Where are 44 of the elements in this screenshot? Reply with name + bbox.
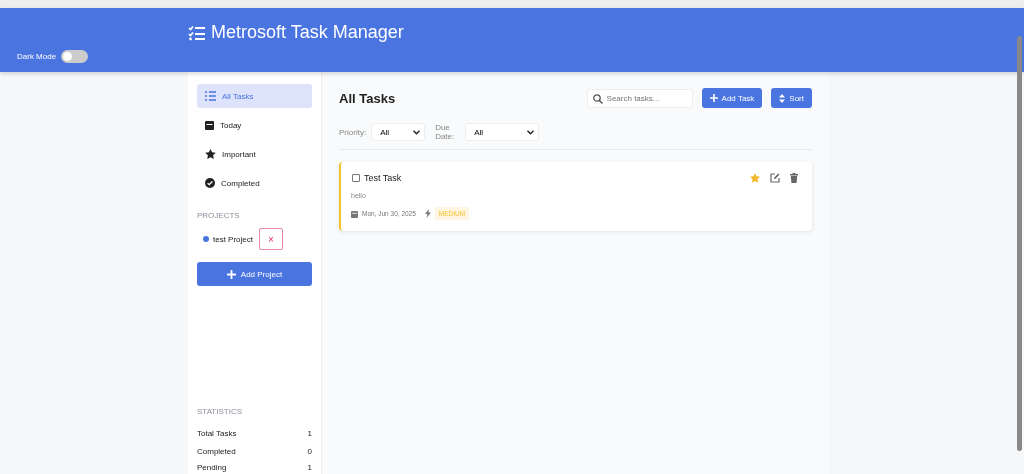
add-project-button[interactable]: Add Project bbox=[197, 262, 312, 286]
chevron-down-icon bbox=[413, 129, 421, 135]
plus-icon bbox=[226, 269, 236, 279]
checklist-icon bbox=[188, 24, 206, 41]
statistic-label: Total Tasks bbox=[197, 428, 237, 438]
task-title: Test Task bbox=[364, 173, 403, 183]
plus-icon bbox=[709, 94, 718, 102]
edit-icon[interactable] bbox=[770, 173, 780, 183]
trash-icon[interactable] bbox=[790, 173, 798, 183]
sidebar-item[interactable]: Completed bbox=[197, 171, 312, 195]
calendar-icon bbox=[205, 120, 214, 130]
statistic-value: 1 bbox=[307, 462, 312, 472]
project-name[interactable]: test Project bbox=[213, 234, 253, 244]
sidebar-item[interactable]: Today bbox=[197, 113, 312, 137]
page-title: All Tasks bbox=[339, 90, 397, 106]
statistics-heading: STATISTICS bbox=[197, 407, 244, 416]
list-icon bbox=[205, 91, 216, 101]
statistic-value: 1 bbox=[307, 428, 312, 438]
star-icon[interactable] bbox=[750, 173, 760, 183]
app-title: Metrosoft Task Manager bbox=[211, 22, 404, 43]
sort-icon bbox=[779, 93, 786, 103]
chevron-down-icon bbox=[527, 129, 535, 135]
task-checkbox[interactable] bbox=[352, 174, 360, 182]
dark-mode-toggle[interactable] bbox=[61, 50, 89, 63]
dark-mode-label: Dark Mode bbox=[17, 52, 57, 61]
star-icon bbox=[205, 149, 216, 159]
statistic-label: Pending bbox=[197, 462, 227, 472]
filter-dropdown[interactable]: All bbox=[465, 123, 540, 141]
search-field[interactable]: Search tasks... bbox=[586, 88, 693, 108]
lightning-icon bbox=[424, 209, 431, 218]
sidebar-item[interactable]: All Tasks bbox=[197, 84, 312, 108]
filter-label: Priority: bbox=[339, 127, 367, 137]
statistic-value: 0 bbox=[307, 446, 312, 456]
filter-label: Due Date: bbox=[435, 123, 456, 141]
sort-button[interactable]: Sort bbox=[771, 88, 812, 108]
statistic-label: Completed bbox=[197, 446, 236, 456]
add-task-button[interactable]: Add Task bbox=[701, 88, 763, 108]
projects-heading: PROJECTS bbox=[197, 211, 241, 220]
filter-dropdown[interactable]: All bbox=[371, 123, 426, 141]
scrollbar-thumb[interactable] bbox=[1017, 36, 1022, 451]
delete-project-button[interactable]: × bbox=[259, 228, 283, 250]
sidebar-item[interactable]: Important bbox=[197, 142, 312, 166]
check-circle-icon bbox=[205, 178, 215, 188]
calendar-icon bbox=[351, 209, 358, 218]
